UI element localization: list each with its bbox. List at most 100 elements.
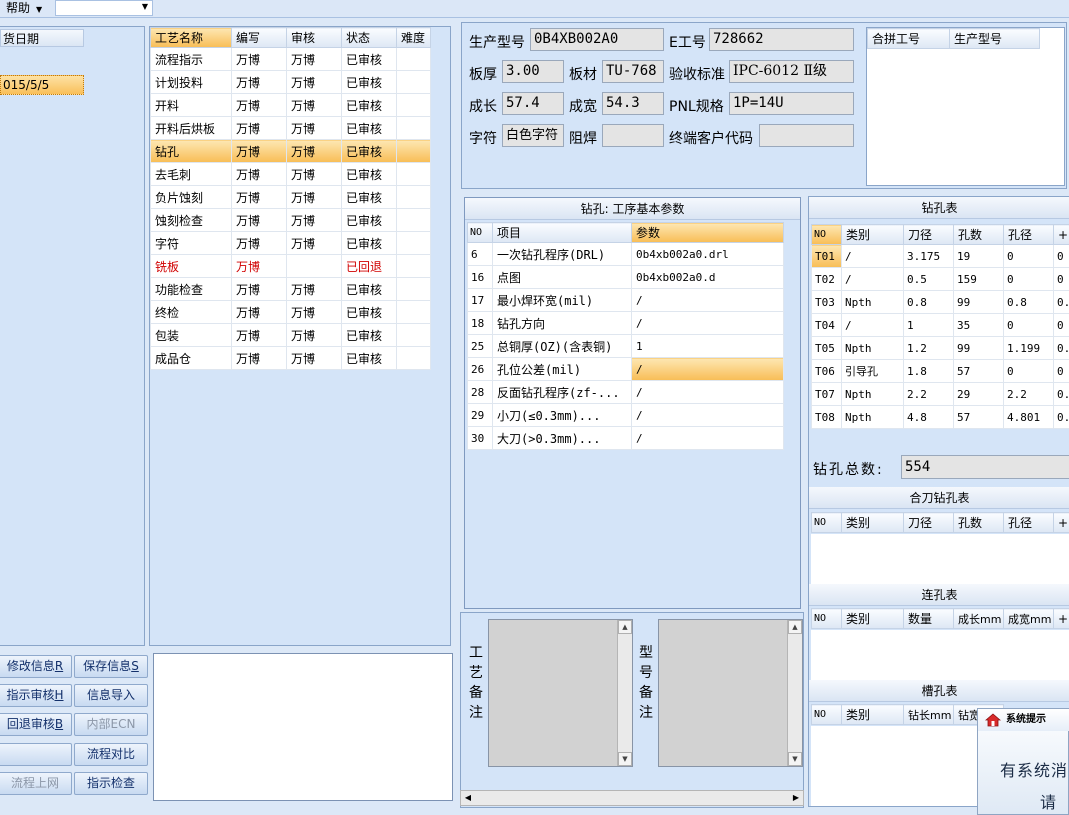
table-row[interactable]: 计划投料 万博 万博 已审核 bbox=[150, 70, 431, 94]
col-combine-model[interactable]: 生产型号 bbox=[949, 28, 1040, 49]
scroll-left-icon[interactable]: ◀ bbox=[461, 791, 475, 805]
internal-ecn-button[interactable]: 内部ECN bbox=[74, 713, 148, 736]
table-row[interactable]: 去毛刺 万博 万博 已审核 bbox=[150, 162, 431, 186]
process-remark-textarea[interactable]: ▲ ▼ bbox=[488, 619, 633, 767]
length-field[interactable]: 57.4 bbox=[502, 92, 564, 115]
col-cd-type[interactable]: 类别 bbox=[841, 512, 904, 533]
col-link-no[interactable]: NO bbox=[811, 608, 842, 629]
scroll-up-icon[interactable]: ▲ bbox=[618, 620, 632, 634]
standard-field[interactable]: IPC-6012 Ⅱ级 bbox=[729, 60, 854, 83]
col-drill-tool[interactable]: 刀径 bbox=[903, 224, 954, 245]
width-field[interactable]: 54.3 bbox=[602, 92, 664, 115]
table-row[interactable]: T05Npth1.2991.1990.05 bbox=[811, 336, 1069, 360]
model-remark-scrollbar[interactable]: ▲ ▼ bbox=[787, 620, 802, 766]
table-row[interactable]: 成品仓 万博 万博 已审核 bbox=[150, 346, 431, 370]
flow-upload-button[interactable]: 流程上网 bbox=[0, 772, 72, 795]
table-row[interactable]: T06 引导孔 1.8 57 0 0 bbox=[811, 359, 1069, 383]
table-row[interactable]: 功能检查 万博 万博 已审核 bbox=[150, 277, 431, 301]
col-link-qty[interactable]: 数量 bbox=[903, 608, 954, 629]
table-row[interactable]: 28 反面钻孔程序(zf-... / bbox=[467, 380, 784, 404]
col-slot-no[interactable]: NO bbox=[811, 704, 842, 725]
col-link-length[interactable]: 成长mm bbox=[953, 608, 1004, 629]
model-field[interactable]: 0B4XB002A0 bbox=[530, 28, 664, 51]
table-row[interactable]: 18 钻孔方向 / bbox=[467, 311, 784, 335]
col-difficulty[interactable]: 难度 bbox=[396, 27, 431, 48]
col-status[interactable]: 状态 bbox=[341, 27, 397, 48]
blank-button[interactable] bbox=[0, 743, 72, 766]
col-slot-length[interactable]: 钻长mm bbox=[903, 704, 954, 725]
table-row[interactable]: 字符 万博 万博 已审核 bbox=[150, 231, 431, 255]
col-reviewer[interactable]: 审核 bbox=[286, 27, 342, 48]
notes-textarea[interactable] bbox=[153, 653, 453, 801]
top-combo[interactable]: ▼ bbox=[55, 0, 153, 16]
scroll-up-icon[interactable]: ▲ bbox=[788, 620, 802, 634]
customer-field[interactable] bbox=[759, 124, 854, 147]
system-notification[interactable]: 系统提示 有系统消 请 bbox=[977, 708, 1069, 815]
table-row[interactable]: 25 总铜厚(OZ)(含表铜) 1 bbox=[467, 334, 784, 358]
process-remark-scrollbar[interactable]: ▲ ▼ bbox=[617, 620, 632, 766]
col-drill-no[interactable]: NO bbox=[811, 224, 842, 245]
col-writer[interactable]: 编写 bbox=[231, 27, 287, 48]
table-row[interactable]: T03Npth0.8990.80.05 bbox=[811, 290, 1069, 314]
col-link-type[interactable]: 类别 bbox=[841, 608, 904, 629]
drill-total-field[interactable]: 554 bbox=[901, 455, 1069, 479]
col-combine-eno[interactable]: 合拼工号 bbox=[867, 28, 950, 49]
table-row[interactable]: 蚀刻检查 万博 万博 已审核 bbox=[150, 208, 431, 232]
solder-field[interactable] bbox=[602, 124, 664, 147]
table-row[interactable]: 17 最小焊环宽(mil) / bbox=[467, 288, 784, 312]
date-list-item[interactable]: 015/5/5 bbox=[0, 75, 84, 95]
col-drill-count[interactable]: 孔数 bbox=[953, 224, 1004, 245]
table-row[interactable]: 流程指示 万博 万博 已审核 bbox=[150, 47, 431, 71]
table-row[interactable]: T07Npth2.2292.20.05 bbox=[811, 382, 1069, 406]
col-link-width[interactable]: 成宽mm bbox=[1003, 608, 1054, 629]
table-row[interactable]: 负片蚀刻 万博 万博 已审核 bbox=[150, 185, 431, 209]
table-row[interactable]: T01/3.175 19 0 0 bbox=[811, 244, 1069, 268]
flow-compare-button[interactable]: 流程对比 bbox=[74, 743, 148, 766]
char-field[interactable]: 白色字符 bbox=[502, 124, 564, 147]
table-row[interactable]: T08Npth4.8574.8010.05 bbox=[811, 405, 1069, 429]
col-cd-hole[interactable]: 孔径 bbox=[1003, 512, 1054, 533]
scroll-down-icon[interactable]: ▼ bbox=[788, 752, 802, 766]
col-param-value[interactable]: 参数 bbox=[631, 222, 784, 243]
import-info-button[interactable]: 信息导入 bbox=[74, 684, 148, 707]
save-info-button[interactable]: 保存信息S bbox=[74, 655, 148, 678]
table-row[interactable]: 包装 万博 万博 已审核 bbox=[150, 323, 431, 347]
col-process-name[interactable]: 工艺名称 bbox=[150, 27, 232, 48]
col-cd-count[interactable]: 孔数 bbox=[953, 512, 1004, 533]
table-row[interactable]: 30 大刀(>0.3mm)... / bbox=[467, 426, 784, 450]
modify-info-button[interactable]: 修改信息R bbox=[0, 655, 72, 678]
material-field[interactable]: TU-768 bbox=[602, 60, 664, 83]
instruction-check-button[interactable]: 指示检查 bbox=[74, 772, 148, 795]
table-row[interactable]: 16 点图 0b4xb002a0.d bbox=[467, 265, 784, 289]
col-drill-type[interactable]: 类别 bbox=[841, 224, 904, 245]
help-menu[interactable]: 帮助 ▼ bbox=[6, 0, 42, 17]
table-row[interactable]: 钻孔 万博 万博 已审核 bbox=[150, 139, 431, 163]
col-cd-tool[interactable]: 刀径 bbox=[903, 512, 954, 533]
scroll-down-icon[interactable]: ▼ bbox=[618, 752, 632, 766]
rollback-review-button[interactable]: 回退审核B bbox=[0, 713, 72, 736]
col-cd-plus[interactable]: + bbox=[1053, 512, 1069, 533]
horizontal-scrollbar[interactable]: ◀ ▶ bbox=[460, 790, 804, 806]
eno-field[interactable]: 728662 bbox=[709, 28, 854, 51]
table-row[interactable]: 开料后烘板 万博 万博 已审核 bbox=[150, 116, 431, 140]
table-row[interactable]: 29 小刀(≤0.3mm)... / bbox=[467, 403, 784, 427]
table-row[interactable]: T02/0.5 159 0 0 bbox=[811, 267, 1069, 291]
col-param-item[interactable]: 项目 bbox=[492, 222, 632, 243]
instruction-review-button[interactable]: 指示审核H bbox=[0, 684, 72, 707]
table-row[interactable]: T04/1 35 0 0 bbox=[811, 313, 1069, 337]
col-slot-type[interactable]: 类别 bbox=[841, 704, 904, 725]
col-drill-plus[interactable]: + bbox=[1053, 224, 1069, 245]
table-row[interactable]: 开料 万博 万博 已审核 bbox=[150, 93, 431, 117]
table-row[interactable]: 终检 万博 万博 已审核 bbox=[150, 300, 431, 324]
table-row[interactable]: 铣板 万博 已回退 bbox=[150, 254, 431, 278]
col-param-no[interactable]: NO bbox=[467, 222, 493, 243]
table-row[interactable]: 6 一次钻孔程序(DRL) 0b4xb002a0.drl bbox=[467, 242, 784, 266]
model-remark-textarea[interactable]: ▲ ▼ bbox=[658, 619, 803, 767]
col-drill-hole[interactable]: 孔径 bbox=[1003, 224, 1054, 245]
thickness-field[interactable]: 3.00 bbox=[502, 60, 564, 83]
col-link-plus[interactable]: + bbox=[1053, 608, 1069, 629]
pnl-field[interactable]: 1P=14U bbox=[729, 92, 854, 115]
table-row[interactable]: 26 孔位公差(mil) / bbox=[467, 357, 784, 381]
col-cd-no[interactable]: NO bbox=[811, 512, 842, 533]
scroll-right-icon[interactable]: ▶ bbox=[789, 791, 803, 805]
